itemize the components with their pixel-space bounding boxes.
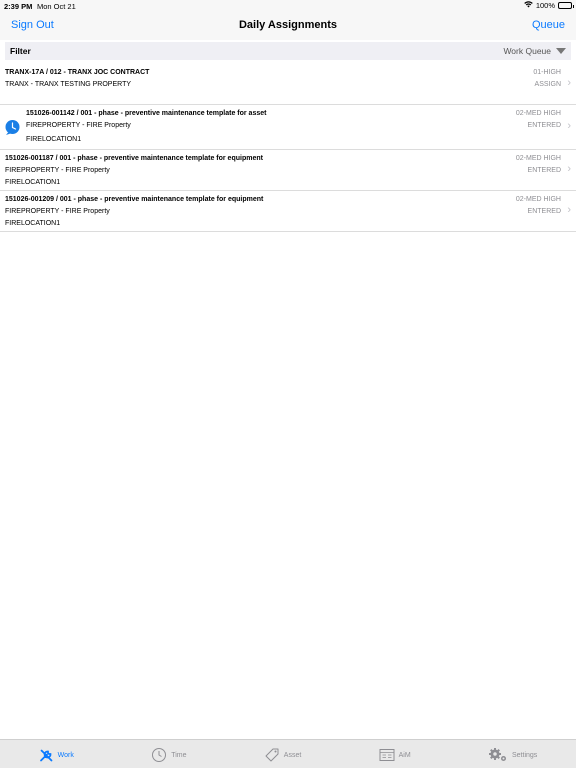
clock-icon	[151, 747, 167, 763]
item-title: 151026-001142 / 001 - phase - preventive…	[26, 110, 267, 117]
chevron-right-icon[interactable]: ›	[567, 78, 571, 89]
filter-value[interactable]: Work Queue	[503, 46, 551, 56]
item-property: FIREPROPERTY - FIRE Property	[5, 208, 110, 215]
tab-asset[interactable]: Asset	[264, 740, 302, 768]
item-priority: 02-MED HIGH	[515, 110, 561, 117]
clock-badge-icon	[4, 119, 21, 136]
item-status: ENTERED	[527, 167, 561, 174]
gear-icon	[488, 747, 508, 763]
status-time: 2:39 PM	[4, 2, 33, 11]
nav-bar: Sign Out Daily Assignments Queue	[0, 12, 576, 40]
status-date: Mon Oct 21	[37, 2, 76, 11]
assignment-list: TRANX-17A / 012 - TRANX JOC CONTRACT TRA…	[0, 64, 576, 232]
list-item[interactable]: 151026-001142 / 001 - phase - preventive…	[0, 105, 576, 150]
item-status: ENTERED	[527, 208, 561, 215]
item-title: 151026-001187 / 001 - phase - preventive…	[5, 155, 263, 162]
tab-label: Work	[57, 751, 74, 759]
chevron-right-icon[interactable]: ›	[567, 121, 571, 132]
tab-time[interactable]: Time	[151, 740, 186, 768]
item-location: FIRELOCATION1	[5, 220, 61, 227]
battery-percent: 100%	[535, 1, 555, 10]
item-property: FIREPROPERTY - FIRE Property	[5, 167, 110, 174]
queue-button[interactable]: Queue	[532, 19, 565, 31]
item-property: TRANX - TRANX TESTING PROPERTY	[5, 81, 132, 88]
tab-work[interactable]: Work	[39, 740, 74, 768]
chevron-right-icon[interactable]: ›	[567, 205, 571, 216]
item-location: FIRELOCATION1	[26, 136, 82, 143]
filter-bar[interactable]: Filter Work Queue	[5, 42, 571, 60]
tab-bar: Work Time Asset AiM Settings	[0, 739, 576, 768]
dropdown-arrow-icon[interactable]	[556, 48, 566, 54]
chevron-right-icon[interactable]: ›	[567, 164, 571, 175]
tab-aim[interactable]: AiM	[379, 740, 411, 768]
filter-label: Filter	[10, 46, 31, 56]
tab-label: Settings	[512, 751, 538, 759]
battery-icon	[558, 2, 574, 9]
tag-icon	[264, 747, 280, 763]
wifi-icon	[524, 1, 533, 10]
item-priority: 02-MED HIGH	[515, 196, 561, 203]
list-item[interactable]: 151026-001209 / 001 - phase - preventive…	[0, 191, 576, 232]
item-status: ASSIGN	[534, 81, 561, 88]
tab-label: Time	[171, 751, 187, 759]
item-title: 151026-001209 / 001 - phase - preventive…	[5, 196, 264, 203]
item-priority: 02-MED HIGH	[515, 155, 561, 162]
tab-label: Asset	[283, 751, 302, 759]
item-property: FIREPROPERTY - FIRE Property	[26, 122, 131, 129]
list-item[interactable]: TRANX-17A / 012 - TRANX JOC CONTRACT TRA…	[0, 64, 576, 105]
list-item[interactable]: 151026-001187 / 001 - phase - preventive…	[0, 150, 576, 191]
page-title: Daily Assignments	[238, 19, 337, 31]
tab-label: AiM	[398, 751, 411, 759]
item-location: FIRELOCATION1	[5, 179, 61, 186]
wrench-icon	[39, 748, 54, 763]
item-title: TRANX-17A / 012 - TRANX JOC CONTRACT	[5, 69, 150, 76]
tab-settings[interactable]: Settings	[488, 740, 537, 768]
aim-icon	[379, 748, 395, 762]
item-priority: 01-HIGH	[533, 69, 561, 76]
status-bar: 2:39 PM Mon Oct 21 100%	[0, 0, 576, 12]
status-right: 100%	[524, 1, 574, 10]
item-status: ENTERED	[527, 122, 561, 129]
